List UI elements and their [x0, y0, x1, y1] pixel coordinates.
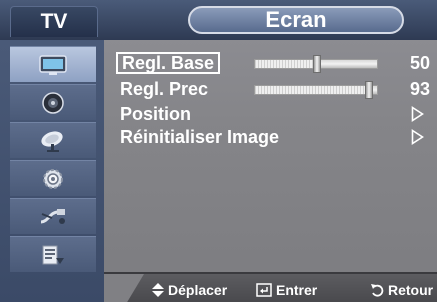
page-title-label: Ecran: [265, 7, 327, 32]
regl-prec-slider[interactable]: [254, 81, 378, 99]
osd-screen: TV Ecran Regl. Base 50 Regl. Prec 93 Pos…: [0, 0, 437, 302]
hint-return-label: Retour: [388, 282, 434, 298]
menu-item-label: Regl. Base: [116, 52, 221, 74]
sidebar: [0, 40, 104, 302]
slider-thumb[interactable]: [365, 81, 374, 99]
sound-icon: [42, 91, 64, 114]
hint-enter: Entrer: [256, 282, 317, 298]
input-plug-icon: [40, 208, 65, 224]
satellite-dish-icon: [41, 130, 63, 152]
sidebar-item-application[interactable]: [10, 236, 96, 272]
sidebar-item-picture[interactable]: [10, 46, 96, 82]
sidebar-item-sound[interactable]: [10, 84, 96, 120]
header-bar: TV Ecran: [0, 0, 437, 40]
sidebar-item-setup[interactable]: [10, 160, 96, 196]
menu-item-label: Position: [120, 104, 191, 124]
sidebar-item-channel[interactable]: [10, 122, 96, 158]
sidebar-item-input[interactable]: [10, 198, 96, 234]
menu-item-regl-base[interactable]: Regl. Base 50: [116, 52, 436, 74]
regl-base-slider[interactable]: [254, 55, 378, 73]
settings-gear-icon: [43, 168, 63, 189]
picture-icon: [39, 54, 67, 75]
slider-fill: [255, 60, 316, 68]
slider-thumb[interactable]: [313, 55, 321, 73]
menu-item-regl-prec[interactable]: Regl. Prec 93: [116, 78, 436, 100]
footer-slant: [104, 274, 144, 302]
tv-tab-label: TV: [40, 10, 68, 33]
arrow-right-icon: [411, 129, 424, 145]
page-title: Ecran: [188, 6, 404, 34]
hint-enter-label: Entrer: [276, 282, 318, 298]
return-icon: [371, 284, 384, 297]
menu-item-label: Réinitialiser Image: [120, 127, 280, 147]
menu-panel: Regl. Base 50 Regl. Prec 93 Position Réi…: [104, 40, 437, 272]
menu-item-value: 50: [409, 53, 430, 73]
footer-help-bar: Déplacer Entrer Retour: [104, 272, 437, 302]
slider-fill: [255, 86, 369, 94]
up-down-arrows-icon: [152, 283, 164, 297]
menu-item-position[interactable]: Position: [116, 103, 436, 125]
menu-item-value: 93: [409, 79, 430, 99]
hint-move-label: Déplacer: [168, 282, 228, 298]
tv-tab[interactable]: TV: [10, 6, 98, 37]
arrow-right-icon: [411, 106, 424, 122]
hint-return: Retour: [370, 282, 433, 298]
menu-item-reinitialiser-image[interactable]: Réinitialiser Image: [116, 126, 436, 148]
application-icon: [42, 245, 64, 264]
menu-item-label: Regl. Prec: [120, 79, 209, 99]
enter-icon: [256, 283, 272, 297]
hint-move: Déplacer: [152, 282, 227, 298]
